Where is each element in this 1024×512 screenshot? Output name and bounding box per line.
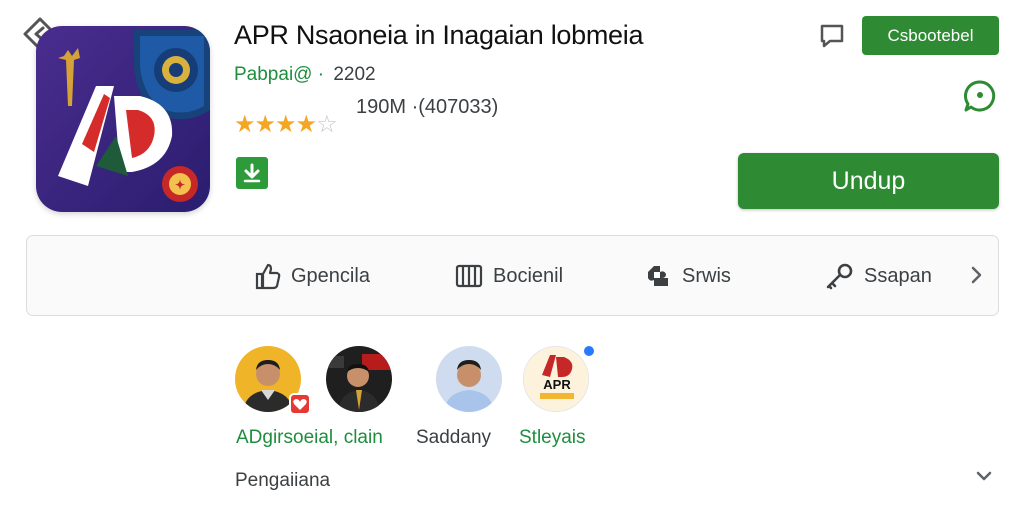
avatar[interactable]: APR (523, 346, 589, 412)
person-label[interactable]: Stleyais (519, 427, 586, 449)
avatar[interactable] (436, 346, 502, 412)
action-item-bocienil[interactable]: Bocienil (455, 256, 563, 296)
person-label[interactable]: Saddany (416, 427, 491, 449)
star-icon: ★ (295, 111, 317, 138)
action-item-ssapan[interactable]: Ssapan (824, 256, 932, 296)
action-label: Gpencila (291, 264, 370, 287)
release-year: 2202 (333, 64, 376, 85)
apr-avatar-text: APR (543, 377, 571, 392)
review-count: 190M ·(407033) (356, 96, 499, 118)
rating-stars: ★★★★☆ (234, 110, 338, 139)
action-label: Ssapan (864, 264, 932, 287)
app-icon: ✦ (36, 26, 210, 212)
thumbs-up-icon (255, 263, 281, 290)
download-icon (243, 163, 261, 183)
action-label: Bocienil (493, 264, 564, 287)
chevron-right-icon[interactable] (967, 260, 987, 290)
whatsapp-button[interactable] (963, 79, 997, 113)
star-icon: ★ (275, 111, 296, 138)
developer-name[interactable]: Pabpai@ (234, 64, 312, 85)
download-badge (236, 157, 268, 189)
puzzle-icon (648, 266, 668, 286)
avatar[interactable] (326, 346, 392, 412)
action-label: Srwis (682, 264, 731, 287)
star-icon: ★ (234, 111, 255, 138)
action-item-srwis[interactable]: Srwis (644, 256, 731, 296)
person-label[interactable]: ADgirsoeial, clain (236, 427, 383, 449)
star-half-icon: ☆ (316, 111, 337, 138)
book-icon (455, 264, 483, 288)
message-icon (820, 24, 844, 48)
svg-text:✦: ✦ (175, 178, 185, 192)
section-label: Pengaiiana (235, 470, 331, 491)
app-title: APR Nsaoneia in Inagaian lobmeia (234, 20, 644, 50)
developer-separator: · (317, 64, 325, 85)
message-button[interactable] (818, 22, 846, 50)
developer-row: Pabpai@ · 2202 (234, 64, 376, 86)
heart-icon (293, 399, 307, 410)
verified-badge-icon (582, 344, 596, 358)
avatar-badge (289, 393, 311, 415)
top-action-button[interactable]: Csbootebel (862, 16, 999, 55)
action-item-gpencila[interactable]: Gpencila (255, 256, 370, 296)
whatsapp-icon (964, 80, 996, 112)
star-icon: ★ (254, 111, 276, 138)
action-bar: Gpencila Bocienil Srwis Ssapan (26, 235, 999, 316)
key-icon (826, 263, 853, 290)
rating-row: ★★★★☆ 190M ·(407033) (234, 94, 534, 138)
main-download-button[interactable]: Undup (738, 153, 999, 209)
chevron-down-icon[interactable] (973, 466, 995, 486)
